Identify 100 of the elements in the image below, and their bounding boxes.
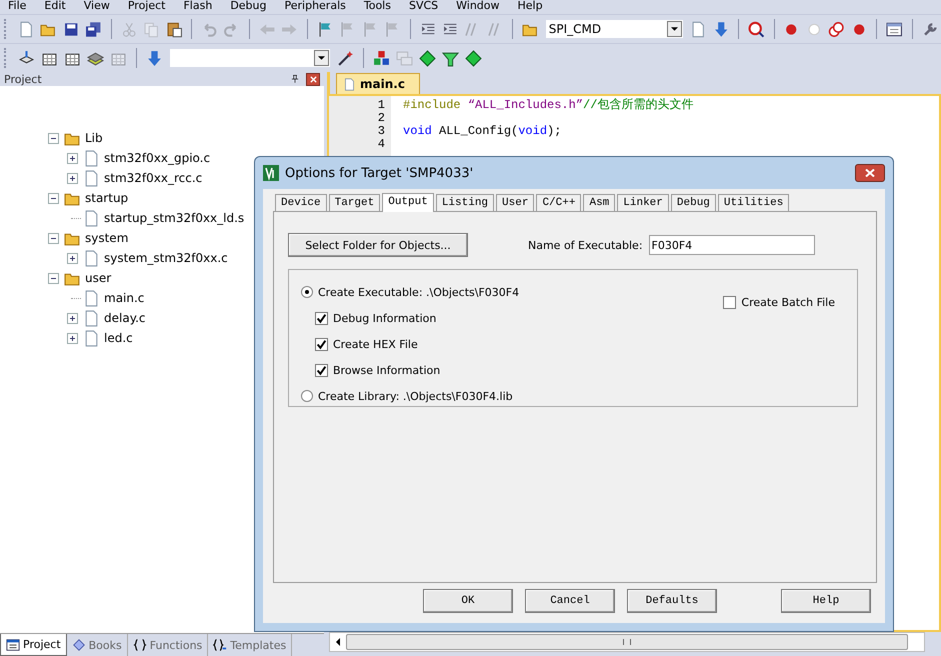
collapse-icon[interactable] — [48, 132, 59, 144]
down-arrow-icon[interactable] — [146, 50, 163, 66]
menu-item[interactable]: Debug — [230, 0, 266, 12]
diamond-icon[interactable] — [419, 50, 436, 66]
file-icon — [83, 290, 100, 306]
wand-icon[interactable] — [337, 50, 354, 66]
panel-title: Project — [4, 72, 43, 86]
wrench-icon[interactable] — [922, 20, 938, 38]
menu-item[interactable]: View — [84, 0, 110, 12]
dialog-button[interactable]: Defaults — [627, 589, 717, 613]
menu-item[interactable]: Help — [518, 0, 543, 12]
tree-item[interactable]: user — [85, 271, 112, 285]
panel-tab[interactable]: Project — [0, 634, 67, 656]
line-number: 3 — [376, 125, 385, 138]
tab[interactable]: Linker — [617, 194, 669, 211]
expand-icon[interactable] — [67, 172, 78, 184]
panel-tab[interactable]: Functions — [128, 634, 208, 656]
select-folder-button[interactable]: Select Folder for Objects... — [288, 233, 468, 257]
file-icon — [83, 330, 100, 346]
magnifier-icon[interactable] — [748, 20, 764, 38]
close-button[interactable] — [306, 72, 320, 86]
code-line: void ALL_Config(void); — [403, 124, 562, 138]
floppy-disks-icon[interactable] — [85, 20, 102, 38]
window-icon[interactable] — [886, 20, 903, 38]
menu-item[interactable]: Project — [128, 0, 166, 12]
collapse-icon[interactable] — [48, 272, 59, 284]
document-icon[interactable] — [18, 20, 34, 38]
braces-arrow-icon — [213, 638, 228, 652]
expand-icon[interactable] — [67, 252, 78, 264]
tree-item[interactable]: system — [85, 231, 128, 245]
down-arrow-icon[interactable] — [712, 20, 730, 38]
option-label: Browse Information — [333, 364, 440, 376]
tab[interactable]: Asm — [583, 194, 616, 211]
expand-icon[interactable] — [67, 312, 78, 324]
collapse-icon[interactable] — [48, 192, 59, 204]
tab[interactable]: Debug — [670, 194, 716, 211]
app-logo-icon — [263, 165, 279, 181]
close-icon — [310, 76, 316, 82]
tab[interactable]: Target — [328, 194, 380, 211]
file-tab[interactable]: main.c — [336, 73, 420, 94]
radio-button[interactable] — [301, 286, 313, 298]
menu-item[interactable]: Flash — [183, 0, 212, 12]
name-input-field[interactable]: F030F4 — [648, 235, 815, 255]
tree-item[interactable]: stm32f0xx_rcc.c — [104, 171, 202, 185]
pin-icon[interactable] — [290, 73, 300, 85]
dialog-button[interactable]: Cancel — [525, 589, 615, 613]
diamond-icon[interactable] — [465, 50, 482, 66]
tree-item[interactable]: Lib — [85, 131, 103, 145]
checkbox[interactable] — [315, 338, 328, 350]
book-icon — [72, 638, 86, 652]
checkbox[interactable] — [315, 312, 328, 324]
left-arrow-icon[interactable] — [336, 638, 340, 646]
panel-tab[interactable]: Books — [66, 634, 128, 656]
tree-item[interactable]: stm32f0xx_gpio.c — [104, 151, 210, 165]
dropdown-field[interactable]: SPI_CMD — [546, 20, 684, 38]
menu-item[interactable]: File — [8, 0, 26, 12]
expand-icon[interactable] — [67, 152, 78, 164]
checkbox[interactable] — [723, 296, 736, 308]
option-label: Debug Information — [333, 312, 436, 324]
file-icon — [83, 210, 100, 226]
tab[interactable]: Utilities — [718, 194, 790, 211]
tree-item[interactable]: startup_stm32f0xx_ld.s — [104, 211, 244, 225]
option-label: Create HEX File — [333, 338, 418, 350]
close-button[interactable] — [855, 164, 885, 182]
panel-tab[interactable]: Templates — [208, 634, 292, 656]
collapse-icon[interactable] — [48, 232, 59, 244]
menu-item[interactable]: Edit — [44, 0, 66, 12]
document-icon[interactable] — [690, 20, 707, 38]
dialog-title: Options for Target 'SMP4033' — [285, 166, 474, 180]
menu-item[interactable]: Peripherals — [284, 0, 346, 12]
tab[interactable]: C/C++ — [536, 194, 582, 211]
layers-icon[interactable] — [87, 50, 104, 66]
file-icon — [83, 170, 100, 186]
clipboard-icon[interactable] — [166, 20, 182, 38]
tree-item[interactable]: delay.c — [104, 311, 146, 325]
option-label: Create Batch File — [741, 296, 835, 308]
line-number: 4 — [376, 138, 385, 151]
dialog-button[interactable]: Help — [781, 589, 871, 613]
expand-icon[interactable] — [67, 332, 78, 344]
funnel-icon[interactable] — [442, 50, 459, 66]
field-label: Name of Executable: — [528, 238, 643, 252]
dialog-button[interactable]: OK — [423, 589, 513, 613]
tab[interactable]: Output — [382, 193, 434, 212]
blocks-icon[interactable] — [373, 50, 390, 66]
tree-item[interactable]: led.c — [104, 331, 133, 345]
tree-item[interactable]: system_stm32f0xx.c — [104, 251, 228, 265]
circles-icon[interactable] — [828, 20, 845, 38]
menu-item[interactable]: Window — [456, 0, 500, 12]
dropdown-field[interactable] — [170, 49, 330, 67]
checkbox[interactable] — [315, 364, 328, 376]
tab[interactable]: Listing — [436, 194, 494, 211]
radio-button[interactable] — [301, 390, 313, 402]
menu-item[interactable]: SVCS — [408, 0, 438, 12]
tree-item[interactable]: startup — [85, 191, 128, 205]
tree-item[interactable]: main.c — [104, 291, 144, 305]
horizontal-scrollbar[interactable] — [329, 632, 925, 652]
menu-item[interactable]: Tools — [364, 0, 391, 12]
tab[interactable]: Device — [275, 194, 327, 211]
option-label: Create Executable: .\Objects\F030F4 — [318, 286, 520, 298]
tab[interactable]: User — [496, 194, 534, 211]
